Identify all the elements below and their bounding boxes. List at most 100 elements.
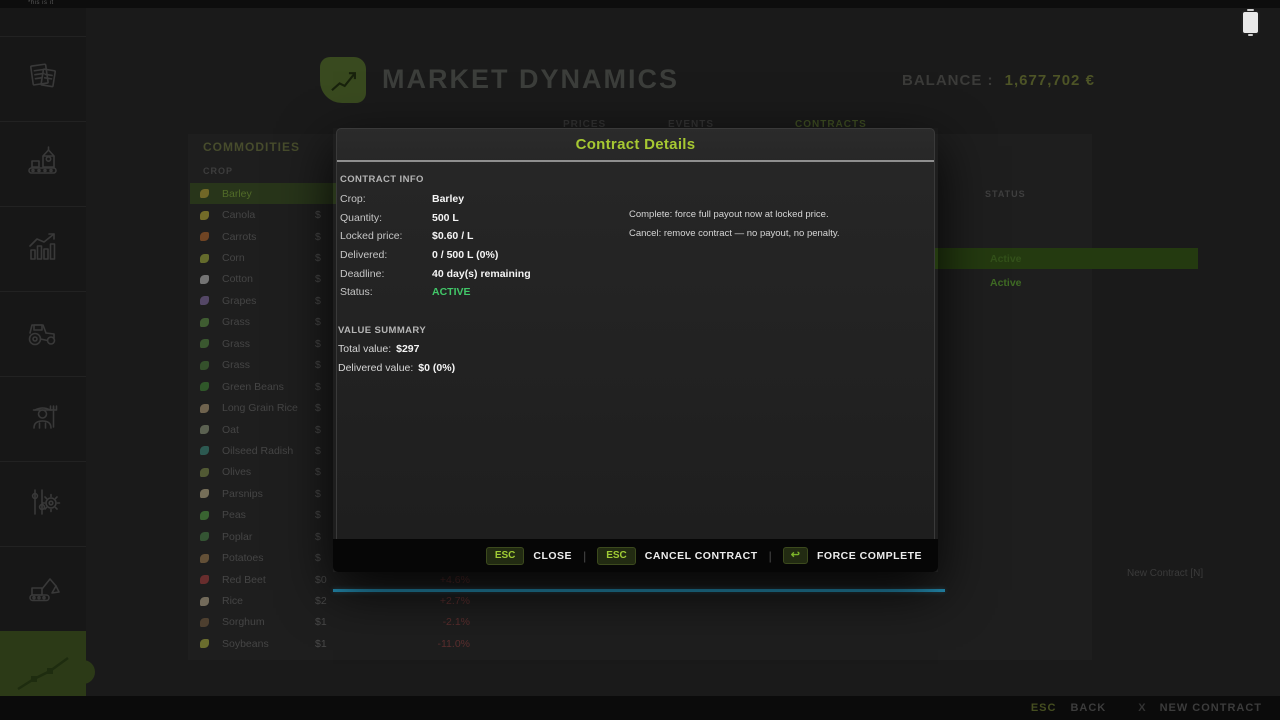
commodity-row[interactable]: Sorghum $1 -2.1%: [190, 612, 480, 633]
modal-body: CONTRACT INFO Crop:BarleyQuantity:500 LL…: [337, 162, 934, 538]
action-label: CANCEL CONTRACT: [645, 550, 758, 562]
action-label: FORCE COMPLETE: [817, 550, 922, 562]
contract-details-modal: Contract Details CONTRACT INFO Crop:Barl…: [333, 128, 938, 572]
crop-name: Peas: [222, 509, 315, 521]
info-label: Locked price:: [340, 230, 432, 242]
crop-name: Long Grain Rice: [222, 402, 315, 414]
modal-header: Contract Details: [337, 129, 934, 162]
modal-title: Contract Details: [576, 136, 696, 153]
crop-column-header: CROP: [203, 166, 233, 176]
crop-icon: [200, 554, 209, 563]
crop-name: Grass: [222, 359, 315, 371]
crop-name: Sorghum: [222, 616, 315, 628]
value-summary-title: VALUE SUMMARY: [338, 322, 455, 340]
balance-value: 1,677,702 €: [1005, 72, 1095, 89]
crop-icon: [200, 296, 209, 305]
settings-icon: [23, 482, 63, 527]
crop-name: Oat: [222, 424, 315, 436]
modal-note: Complete: force full payout now at locke…: [629, 206, 840, 225]
crop-name: Cotton: [222, 273, 315, 285]
crop-icon: [200, 489, 209, 498]
crop-icon: [200, 254, 209, 263]
info-value: 0 / 500 L (0%): [432, 249, 498, 261]
crop-price: $2: [315, 595, 375, 607]
crop-name: Red Beet: [222, 574, 315, 586]
sidebar-item-contracts-papers[interactable]: [0, 36, 86, 121]
statistics-icon: [23, 227, 63, 272]
crop-change: +2.7%: [375, 595, 480, 607]
contract-info-section-label: CONTRACT INFO: [340, 174, 424, 185]
vehicles-icon: [23, 312, 63, 357]
crop-icon: [200, 446, 209, 455]
contract-info-row: Crop:Barley: [340, 190, 634, 209]
crop-name: Parsnips: [222, 488, 315, 500]
enter-key-icon: ↩: [783, 547, 808, 564]
letterbox-top: *his is it: [0, 0, 1280, 8]
crop-icon: [200, 232, 209, 241]
contract-info-row: Delivered:0 / 500 L (0%): [340, 246, 634, 265]
back-button[interactable]: BACK: [1070, 702, 1106, 714]
contract-info-row: Status:ACTIVE: [340, 283, 634, 302]
sidebar-item-production[interactable]: [0, 121, 86, 206]
production-icon: [23, 142, 63, 187]
contract-info-row: Quantity:500 L: [340, 209, 634, 228]
crop-icon: [200, 339, 209, 348]
crop-name: Oilseed Radish: [222, 445, 315, 457]
market-dynamics-icon: [8, 641, 78, 704]
crop-icon: [200, 639, 209, 648]
crop-name: Grass: [222, 316, 315, 328]
crop-icon: [200, 361, 209, 370]
contract-info-row: Locked price:$0.60 / L: [340, 227, 634, 246]
commodities-title: COMMODITIES: [203, 140, 300, 154]
new-contract-button[interactable]: NEW CONTRACT: [1160, 702, 1262, 714]
commodity-row[interactable]: Red Beet $0 +4.6%: [190, 569, 480, 590]
construction-icon: [23, 567, 63, 612]
commodity-row[interactable]: Soybeans $1 -11.0%: [190, 633, 480, 654]
crop-icon: [200, 425, 209, 434]
crop-icon: [200, 382, 209, 391]
sidebar-item-vehicles[interactable]: [0, 291, 86, 376]
contract-info-rows: Crop:BarleyQuantity:500 LLocked price:$0…: [340, 190, 634, 302]
crop-name: Soybeans: [222, 638, 315, 650]
game-screen: *his is it MARKET DYNAMICS BALANCE : 1,6…: [0, 0, 1280, 720]
modal-footer: ESCCLOSE | ESC CANCEL CONTRACT | ↩ FORCE COMPL…: [333, 539, 938, 572]
contract-status: Active: [990, 253, 1022, 265]
crop-name: Grass: [222, 338, 315, 350]
crop-name: Grapes: [222, 295, 315, 307]
new-contract-hint: New Contract [N]: [1127, 568, 1203, 579]
new-contract-key-hint[interactable]: X: [1138, 702, 1145, 714]
sidebar-item-construction[interactable]: [0, 546, 86, 631]
contract-status: Active: [990, 277, 1022, 289]
crop-price: $0: [315, 574, 375, 586]
crop-icon: [200, 404, 209, 413]
crop-icon: [200, 211, 209, 220]
crop-change: -11.0%: [375, 638, 480, 650]
action-label: CLOSE: [533, 550, 572, 562]
back-key-hint[interactable]: ESC: [1031, 702, 1057, 714]
footer-divider: |: [583, 549, 586, 563]
esc-key-hint: ESC: [597, 547, 636, 565]
close-button[interactable]: ESCCLOSE: [486, 547, 572, 565]
cancel-contract-button[interactable]: ESC CANCEL CONTRACT: [597, 547, 757, 565]
crop-icon: [200, 597, 209, 606]
force-complete-button[interactable]: ↩ FORCE COMPLETE: [783, 547, 922, 564]
crop-name: Barley: [222, 188, 315, 200]
sidebar-item-settings[interactable]: [0, 461, 86, 546]
crop-change: +4.6%: [375, 574, 480, 586]
status-column-header: STATUS: [985, 189, 1026, 199]
sidebar-item-farmer[interactable]: [0, 376, 86, 461]
crop-name: Canola: [222, 209, 315, 221]
farmer-icon: [23, 397, 63, 442]
info-label: Status:: [340, 286, 432, 298]
sidebar-item-statistics[interactable]: [0, 206, 86, 291]
crop-icon: [200, 275, 209, 284]
crop-icon: [200, 318, 209, 327]
contract-info-row: Deadline:40 day(s) remaining: [340, 264, 634, 283]
bottom-bar: ESC BACK X NEW CONTRACT: [0, 696, 1280, 720]
info-value: 40 day(s) remaining: [432, 268, 531, 280]
balance-label: BALANCE :: [902, 72, 994, 89]
crop-icon: [200, 575, 209, 584]
commodity-row[interactable]: Rice $2 +2.7%: [190, 590, 480, 611]
crop-icon: [200, 618, 209, 627]
footer-divider: |: [769, 549, 772, 563]
